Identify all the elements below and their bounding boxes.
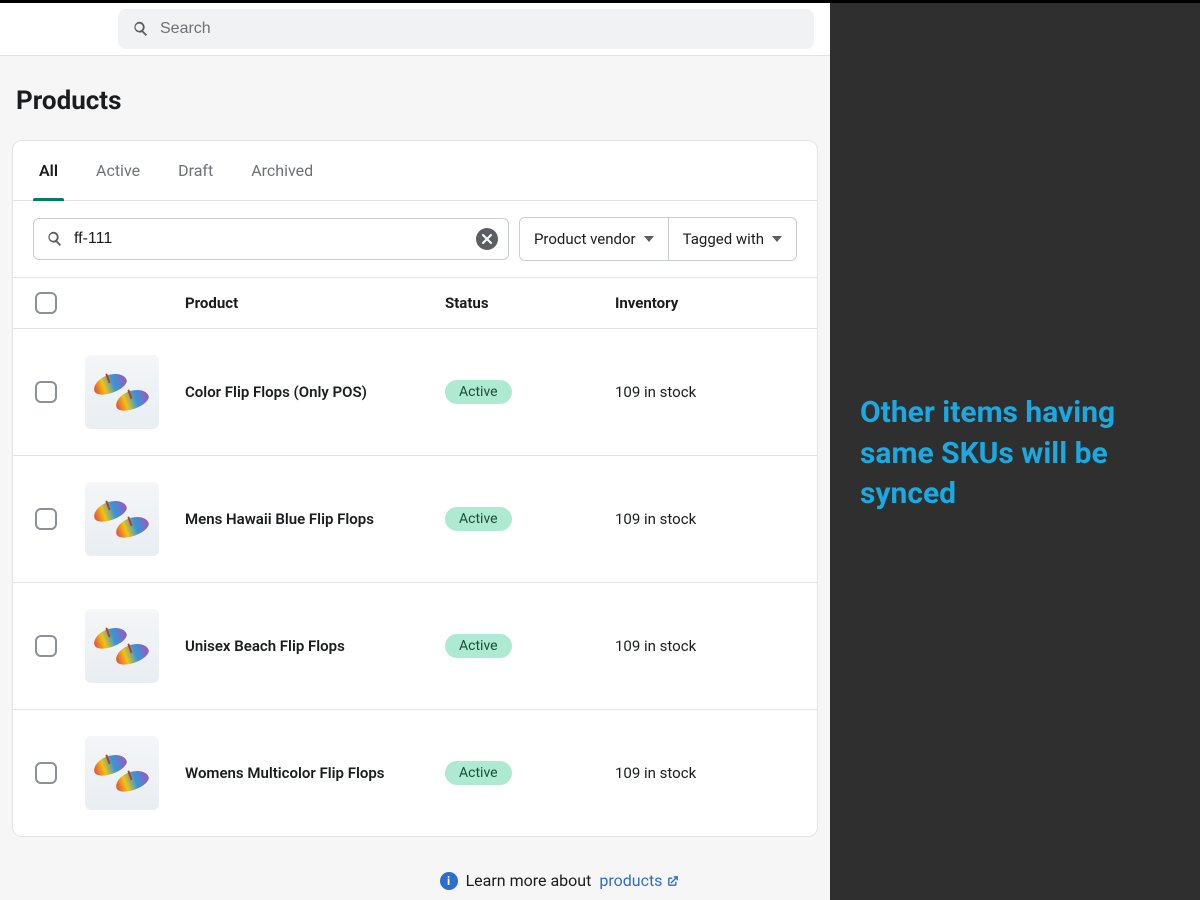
page-body: Products All Active Draft Archived — [0, 56, 830, 900]
row-checkbox[interactable] — [35, 381, 57, 403]
row-checkbox[interactable] — [35, 762, 57, 784]
table-row[interactable]: Unisex Beach Flip Flops Active 109 in st… — [13, 583, 817, 710]
row-checkbox[interactable] — [35, 635, 57, 657]
close-icon — [482, 234, 492, 244]
chevron-down-icon — [644, 236, 654, 242]
tab-archived[interactable]: Archived — [249, 141, 315, 200]
search-icon — [132, 20, 150, 38]
annotation-text: Other items having same SKUs will be syn… — [860, 393, 1170, 515]
inventory-value: 109 in stock — [615, 383, 795, 401]
topbar — [0, 3, 830, 56]
status-badge: Active — [445, 634, 512, 658]
status-badge: Active — [445, 761, 512, 785]
product-thumbnail — [85, 482, 159, 556]
col-inventory-header[interactable]: Inventory — [615, 294, 795, 312]
row-checkbox[interactable] — [35, 508, 57, 530]
select-all-checkbox[interactable] — [35, 292, 57, 314]
global-search-wrap[interactable] — [118, 9, 814, 49]
col-status-header[interactable]: Status — [445, 294, 615, 312]
learn-more-link-text: products — [599, 871, 662, 890]
filter-row: Product vendor Tagged with — [13, 201, 817, 277]
products-card: All Active Draft Archived Product vendor — [12, 140, 818, 837]
page-title: Products — [16, 86, 818, 116]
filter-tagged-button[interactable]: Tagged with — [669, 218, 796, 260]
filter-tagged-label: Tagged with — [683, 230, 764, 248]
product-name[interactable]: Mens Hawaii Blue Flip Flops — [185, 510, 415, 528]
learn-more-link[interactable]: products — [599, 871, 680, 890]
tab-draft[interactable]: Draft — [176, 141, 215, 200]
status-badge: Active — [445, 507, 512, 531]
info-icon: i — [440, 872, 458, 890]
filter-vendor-label: Product vendor — [534, 230, 636, 248]
table-header: Product Status Inventory — [13, 277, 817, 329]
col-product-header[interactable]: Product — [185, 294, 445, 312]
tab-all[interactable]: All — [37, 141, 60, 200]
tabs: All Active Draft Archived — [13, 141, 817, 201]
table-row[interactable]: Womens Multicolor Flip Flops Active 109 … — [13, 710, 817, 836]
filter-search-wrap[interactable] — [33, 218, 509, 260]
filter-group: Product vendor Tagged with — [519, 217, 797, 261]
product-thumbnail — [85, 609, 159, 683]
product-name[interactable]: Unisex Beach Flip Flops — [185, 637, 415, 655]
filter-vendor-button[interactable]: Product vendor — [520, 218, 669, 260]
learn-more-prefix: Learn more about — [466, 871, 592, 890]
product-name[interactable]: Womens Multicolor Flip Flops — [185, 764, 415, 782]
chevron-down-icon — [772, 236, 782, 242]
inventory-value: 109 in stock — [615, 764, 795, 782]
table-row[interactable]: Color Flip Flops (Only POS) Active 109 i… — [13, 329, 817, 456]
inventory-value: 109 in stock — [615, 637, 795, 655]
product-thumbnail — [85, 355, 159, 429]
tab-active[interactable]: Active — [94, 141, 142, 200]
inventory-value: 109 in stock — [615, 510, 795, 528]
search-icon — [46, 230, 64, 248]
learn-more-footer: i Learn more about products — [12, 837, 818, 900]
external-link-icon — [666, 874, 680, 888]
global-search-input[interactable] — [160, 20, 800, 38]
filter-search-input[interactable] — [74, 230, 466, 248]
clear-filter-button[interactable] — [476, 228, 498, 250]
annotation-panel: Other items having same SKUs will be syn… — [830, 3, 1200, 900]
status-badge: Active — [445, 380, 512, 404]
table-row[interactable]: Mens Hawaii Blue Flip Flops Active 109 i… — [13, 456, 817, 583]
product-name[interactable]: Color Flip Flops (Only POS) — [185, 383, 415, 401]
product-thumbnail — [85, 736, 159, 810]
app-panel: Products All Active Draft Archived — [0, 3, 830, 900]
